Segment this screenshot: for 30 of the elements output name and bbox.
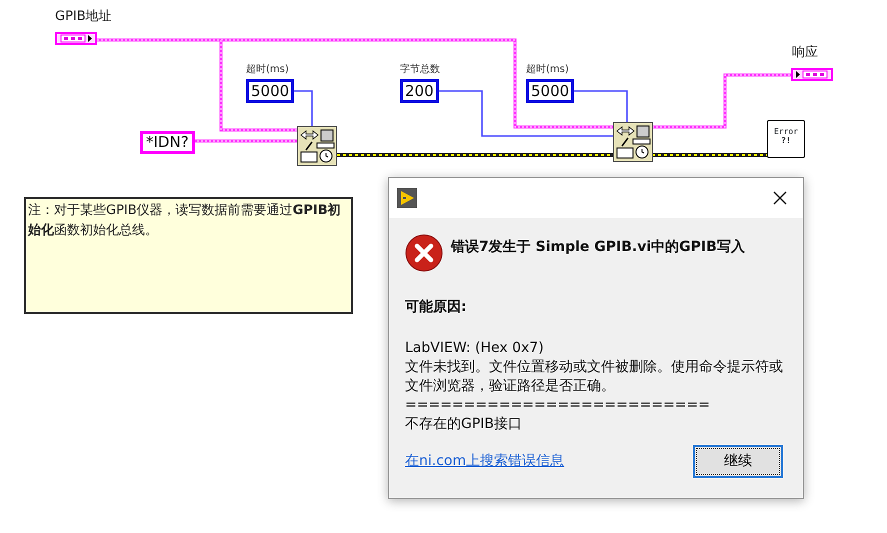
continue-button[interactable]: 继续	[693, 445, 783, 478]
message-text: 不存在的GPIB接口	[405, 415, 524, 434]
numeric-constant: 200	[400, 79, 439, 103]
app-icon	[397, 188, 417, 208]
numeric-constant: 5000	[526, 79, 574, 103]
search-link[interactable]: 在ni.com上搜索错误信息	[405, 451, 564, 472]
message-text: 文件未找到。文件位置移动或文件被删除。使用命令提示符或文件浏览器，验证路径是否正确。	[405, 358, 784, 396]
string-type-icon	[802, 70, 828, 79]
arrow-icon	[88, 35, 92, 42]
close-icon[interactable]	[773, 191, 787, 205]
terminal[interactable]	[55, 32, 97, 45]
message-text: ==========================	[405, 396, 711, 415]
message-text: LabVIEW: (Hex 0x7)	[405, 339, 545, 358]
constant-label: 超时(ms)	[246, 65, 289, 75]
string-constant: *IDN?	[140, 131, 195, 154]
section-title: 可能原因:	[405, 298, 468, 317]
error-icon	[405, 234, 443, 272]
note-text: 注：对于某些GPIB仪器，读写数据前需要通过GPIB初始化函数初始化总线。	[24, 197, 353, 314]
error-heading: 错误7发生于 Simple GPIB.vi中的GPIB写入	[451, 238, 745, 257]
terminal-label: 响应	[792, 46, 818, 59]
arrow-icon	[796, 71, 800, 78]
constant-label: 超时(ms)	[526, 65, 569, 75]
terminal-label: GPIB地址	[55, 10, 112, 23]
gpib-function-drawing	[297, 126, 337, 166]
gpib-function-drawing	[613, 122, 653, 162]
constant-label: 字节总数	[400, 65, 440, 75]
error-handler-icon: Error ?!	[767, 120, 805, 158]
terminal[interactable]	[791, 68, 833, 81]
string-type-icon	[60, 34, 86, 43]
numeric-constant: 5000	[246, 79, 294, 103]
